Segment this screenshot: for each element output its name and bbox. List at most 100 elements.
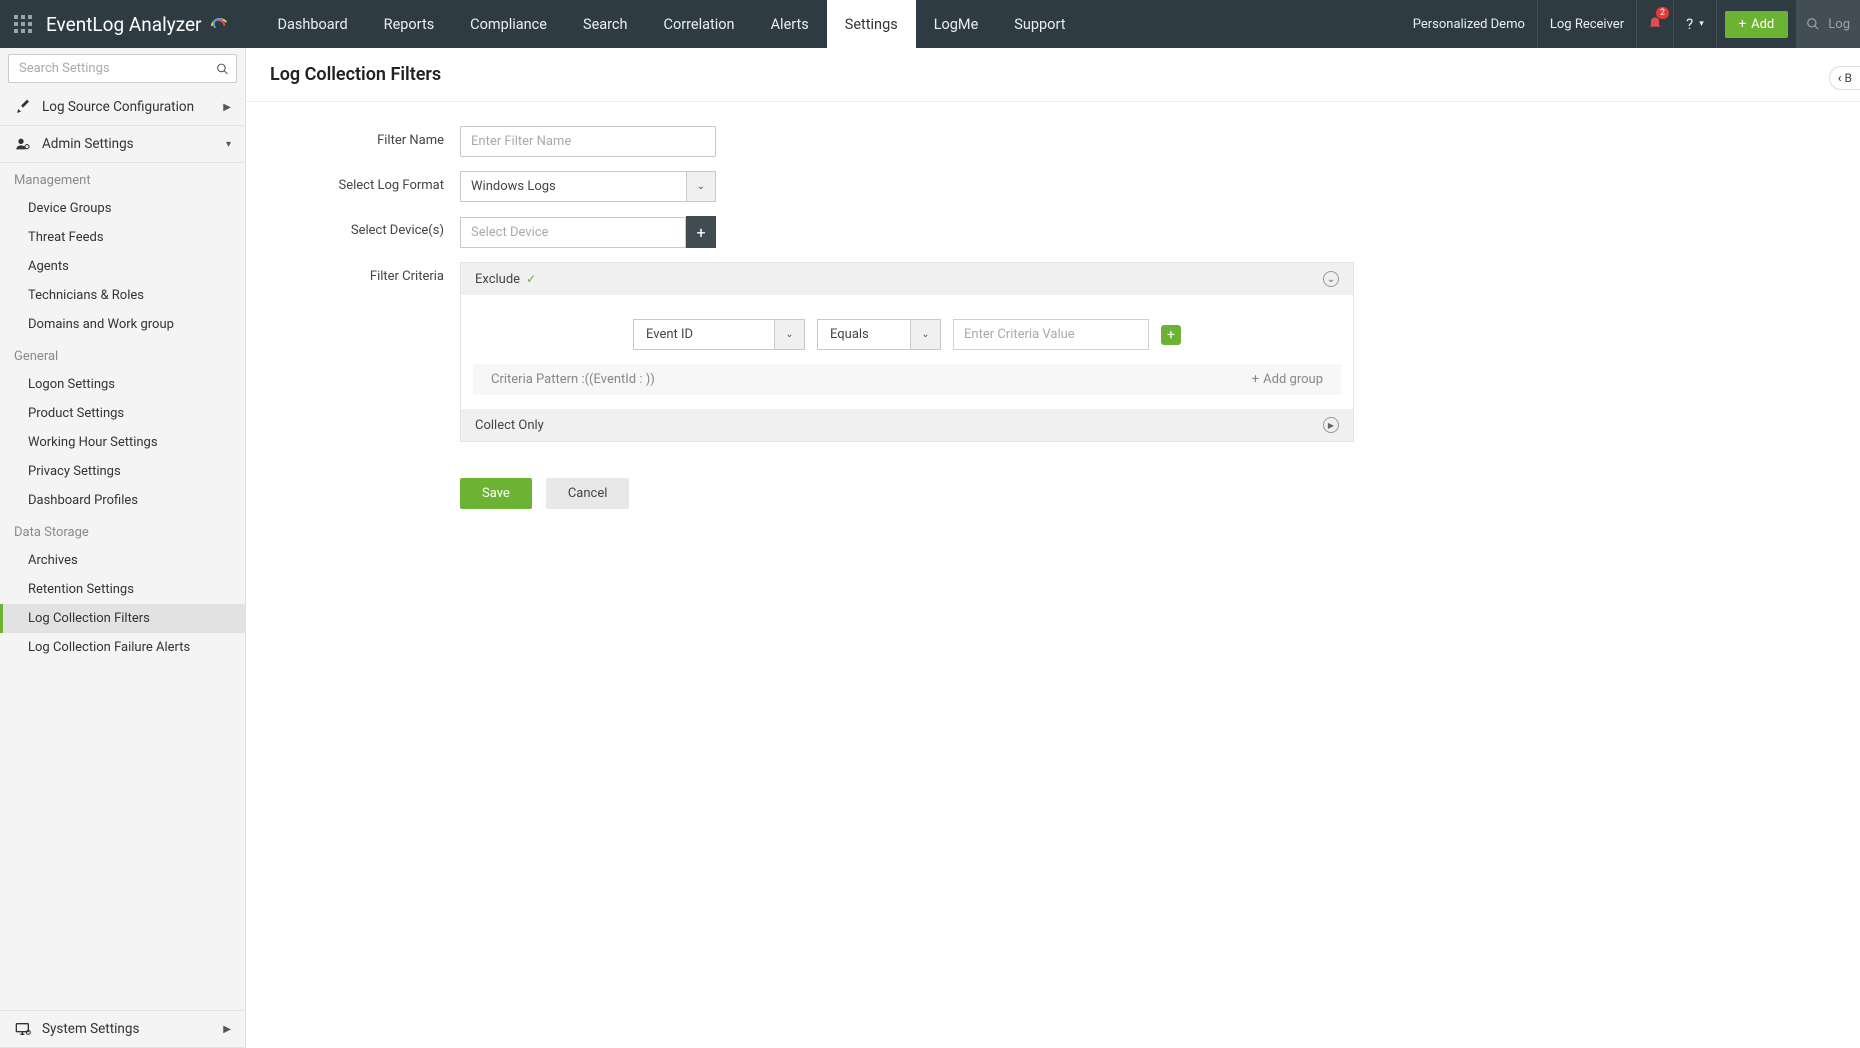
cancel-button[interactable]: Cancel bbox=[546, 478, 630, 509]
help-label: ? bbox=[1686, 15, 1693, 33]
global-search[interactable]: Log bbox=[1796, 0, 1860, 48]
criteria-operator-select[interactable]: Equals ⌄ bbox=[817, 319, 941, 350]
log-format-label: Select Log Format bbox=[270, 171, 460, 193]
tools-icon bbox=[14, 98, 32, 116]
plus-icon: + bbox=[1252, 372, 1259, 387]
content-area: Log Collection Filters ‹ B Filter Name S… bbox=[246, 48, 1860, 1048]
sidebar-item-working-hour[interactable]: Working Hour Settings bbox=[0, 428, 245, 457]
sidebar-group-general: General bbox=[0, 339, 245, 370]
sidebar-search-input[interactable] bbox=[8, 54, 237, 83]
log-format-value: Windows Logs bbox=[460, 171, 686, 202]
page-title: Log Collection Filters bbox=[246, 48, 1860, 102]
sidebar-item-threat-feeds[interactable]: Threat Feeds bbox=[0, 223, 245, 252]
sidebar-group-storage: Data Storage bbox=[0, 515, 245, 546]
nav-search[interactable]: Search bbox=[565, 0, 646, 48]
collapse-icon: ⌄ bbox=[1323, 271, 1339, 287]
exclude-header[interactable]: Exclude ✓ ⌄ bbox=[461, 263, 1353, 295]
add-group-label: Add group bbox=[1263, 372, 1323, 387]
device-input[interactable] bbox=[460, 217, 686, 248]
expand-icon: ▶ bbox=[1323, 417, 1339, 433]
sidebar: Log Source Configuration ▶ Admin Setting… bbox=[0, 48, 246, 1048]
save-button[interactable]: Save bbox=[460, 478, 532, 509]
sidebar-item-dashboard-profiles[interactable]: Dashboard Profiles bbox=[0, 486, 245, 515]
notification-badge: 2 bbox=[1656, 7, 1669, 19]
sidebar-item-failure-alerts[interactable]: Log Collection Failure Alerts bbox=[0, 633, 245, 662]
sidebar-item-domains[interactable]: Domains and Work group bbox=[0, 310, 245, 339]
criteria-field-value: Event ID bbox=[633, 319, 775, 350]
sidebar-item-agents[interactable]: Agents bbox=[0, 252, 245, 281]
back-label: B bbox=[1845, 71, 1852, 85]
plus-icon: + bbox=[1167, 327, 1175, 343]
exclude-label: Exclude bbox=[475, 272, 520, 287]
sidebar-section-log-source[interactable]: Log Source Configuration ▶ bbox=[0, 89, 245, 126]
criteria-label: Filter Criteria bbox=[270, 262, 460, 284]
nav-correlation[interactable]: Correlation bbox=[646, 0, 753, 48]
log-format-select[interactable]: Windows Logs ⌄ bbox=[460, 171, 716, 202]
sidebar-item-retention[interactable]: Retention Settings bbox=[0, 575, 245, 604]
personalized-demo-link[interactable]: Personalized Demo bbox=[1401, 0, 1538, 48]
chevron-down-icon: ⌄ bbox=[911, 319, 941, 350]
search-placeholder: Log bbox=[1828, 17, 1850, 32]
chevron-right-icon: ▶ bbox=[223, 1024, 231, 1035]
nav-reports[interactable]: Reports bbox=[366, 0, 453, 48]
help-menu[interactable]: ? ▾ bbox=[1674, 0, 1717, 48]
add-device-button[interactable]: + bbox=[686, 216, 716, 248]
sidebar-item-technicians[interactable]: Technicians & Roles bbox=[0, 281, 245, 310]
nav-dashboard[interactable]: Dashboard bbox=[260, 0, 366, 48]
sidebar-item-logon[interactable]: Logon Settings bbox=[0, 370, 245, 399]
chevron-right-icon: ▶ bbox=[223, 102, 231, 113]
nav-logme[interactable]: LogMe bbox=[916, 0, 997, 48]
monitor-icon bbox=[14, 1020, 32, 1038]
plus-icon: + bbox=[1739, 17, 1746, 32]
sidebar-search bbox=[8, 54, 237, 83]
sidebar-section-admin[interactable]: Admin Settings ▾ bbox=[0, 126, 245, 163]
chevron-down-icon: ⌄ bbox=[686, 171, 716, 202]
add-criteria-button[interactable]: + bbox=[1161, 325, 1181, 345]
sidebar-item-archives[interactable]: Archives bbox=[0, 546, 245, 575]
check-icon: ✓ bbox=[526, 272, 536, 286]
nav-support[interactable]: Support bbox=[996, 0, 1083, 48]
sidebar-section-label: Log Source Configuration bbox=[42, 99, 194, 115]
criteria-field-select[interactable]: Event ID ⌄ bbox=[633, 319, 805, 350]
back-button[interactable]: ‹ B bbox=[1829, 66, 1860, 90]
criteria-operator-value: Equals bbox=[817, 319, 911, 350]
chevron-down-icon: ⌄ bbox=[775, 319, 805, 350]
chevron-down-icon: ▾ bbox=[1699, 19, 1704, 29]
add-button[interactable]: + Add bbox=[1725, 11, 1789, 38]
app-logo: EventLog Analyzer bbox=[46, 13, 260, 36]
sidebar-item-log-collection-filters[interactable]: Log Collection Filters bbox=[0, 604, 245, 633]
sidebar-item-product[interactable]: Product Settings bbox=[0, 399, 245, 428]
add-group-button[interactable]: + Add group bbox=[1252, 372, 1323, 387]
log-receiver-link[interactable]: Log Receiver bbox=[1538, 0, 1637, 48]
sidebar-item-privacy[interactable]: Privacy Settings bbox=[0, 457, 245, 486]
criteria-pattern-value: ((EventId : )) bbox=[585, 372, 655, 387]
filter-name-input[interactable] bbox=[460, 126, 716, 157]
plus-icon: + bbox=[696, 223, 705, 242]
criteria-pattern-bar: Criteria Pattern : ((EventId : )) + Add … bbox=[473, 364, 1341, 395]
device-label: Select Device(s) bbox=[270, 216, 460, 238]
main-nav: Dashboard Reports Compliance Search Corr… bbox=[260, 0, 1084, 48]
sidebar-group-management: Management bbox=[0, 163, 245, 194]
app-name: EventLog Analyzer bbox=[46, 13, 202, 36]
sidebar-section-label: Admin Settings bbox=[42, 136, 134, 152]
search-icon bbox=[1806, 17, 1820, 31]
chevron-down-icon: ▾ bbox=[226, 139, 231, 150]
criteria-value-input[interactable] bbox=[953, 319, 1149, 350]
admin-icon bbox=[14, 135, 32, 153]
sidebar-item-device-groups[interactable]: Device Groups bbox=[0, 194, 245, 223]
sidebar-section-label: System Settings bbox=[42, 1021, 139, 1037]
collect-only-header[interactable]: Collect Only ▶ bbox=[461, 409, 1353, 441]
chevron-left-icon: ‹ bbox=[1838, 71, 1842, 85]
nav-alerts[interactable]: Alerts bbox=[753, 0, 827, 48]
criteria-pattern-prefix: Criteria Pattern : bbox=[491, 372, 585, 387]
apps-launcher-icon[interactable] bbox=[0, 15, 46, 33]
nav-compliance[interactable]: Compliance bbox=[452, 0, 565, 48]
collect-only-label: Collect Only bbox=[475, 418, 544, 433]
search-icon[interactable] bbox=[216, 62, 229, 75]
nav-settings[interactable]: Settings bbox=[827, 0, 916, 48]
add-label: Add bbox=[1751, 17, 1774, 32]
sidebar-section-system[interactable]: System Settings ▶ bbox=[0, 1010, 245, 1048]
notifications-icon[interactable]: 2 bbox=[1637, 0, 1674, 48]
filter-name-label: Filter Name bbox=[270, 126, 460, 148]
criteria-panel: Exclude ✓ ⌄ Event ID ⌄ Equals ⌄ bbox=[460, 262, 1354, 442]
